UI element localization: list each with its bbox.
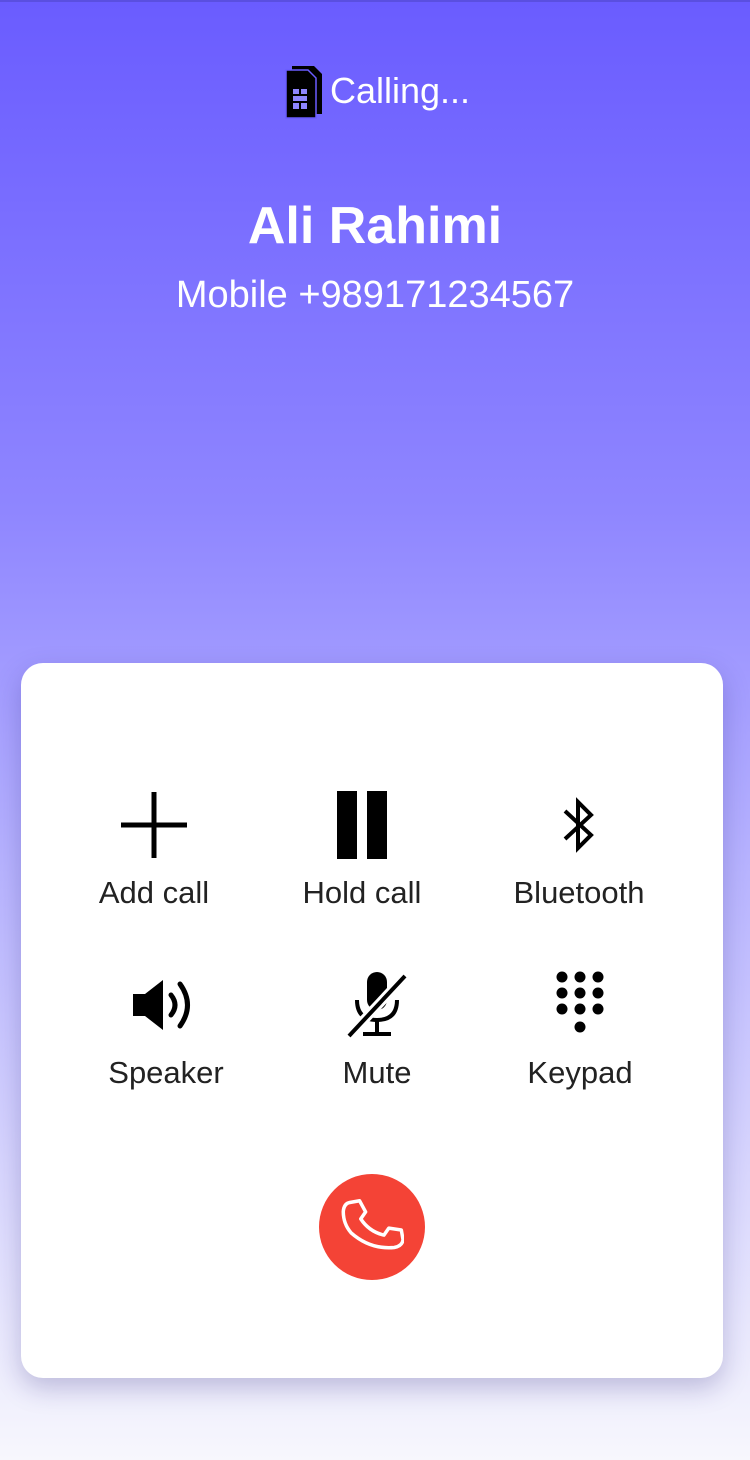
end-call-button[interactable] xyxy=(319,1174,425,1280)
calling-status-text: Calling... xyxy=(329,70,471,111)
hold-call-button[interactable]: Hold call xyxy=(297,785,427,911)
speaker-icon xyxy=(126,965,206,1045)
sim-card-icon xyxy=(280,62,324,120)
add-call-label: Add call xyxy=(98,875,210,910)
add-call-button[interactable]: Add call xyxy=(94,785,214,911)
mute-label: Mute xyxy=(342,1055,412,1090)
keypad-button[interactable]: Keypad xyxy=(515,965,645,1091)
pause-icon xyxy=(322,785,402,865)
keypad-label: Keypad xyxy=(527,1055,633,1090)
dialpad-icon xyxy=(540,965,620,1045)
phone-hangup-icon xyxy=(340,1193,405,1262)
contact-name: Ali Rahimi xyxy=(247,197,503,255)
mic-off-icon xyxy=(337,965,417,1045)
call-status: Calling... xyxy=(0,62,750,120)
hold-call-label: Hold call xyxy=(302,875,422,910)
plus-icon xyxy=(114,785,194,865)
mute-button[interactable]: Mute xyxy=(317,965,437,1091)
speaker-label: Speaker xyxy=(108,1055,224,1090)
contact-number: Mobile +989171234567 xyxy=(175,274,575,316)
call-controls-panel: Add call Hold call Bluetooth Speaker Mut… xyxy=(21,663,723,1378)
bluetooth-button[interactable]: Bluetooth xyxy=(504,785,654,911)
top-border xyxy=(0,0,750,2)
bluetooth-icon xyxy=(539,785,619,865)
speaker-button[interactable]: Speaker xyxy=(101,965,231,1091)
bluetooth-label: Bluetooth xyxy=(513,875,645,910)
